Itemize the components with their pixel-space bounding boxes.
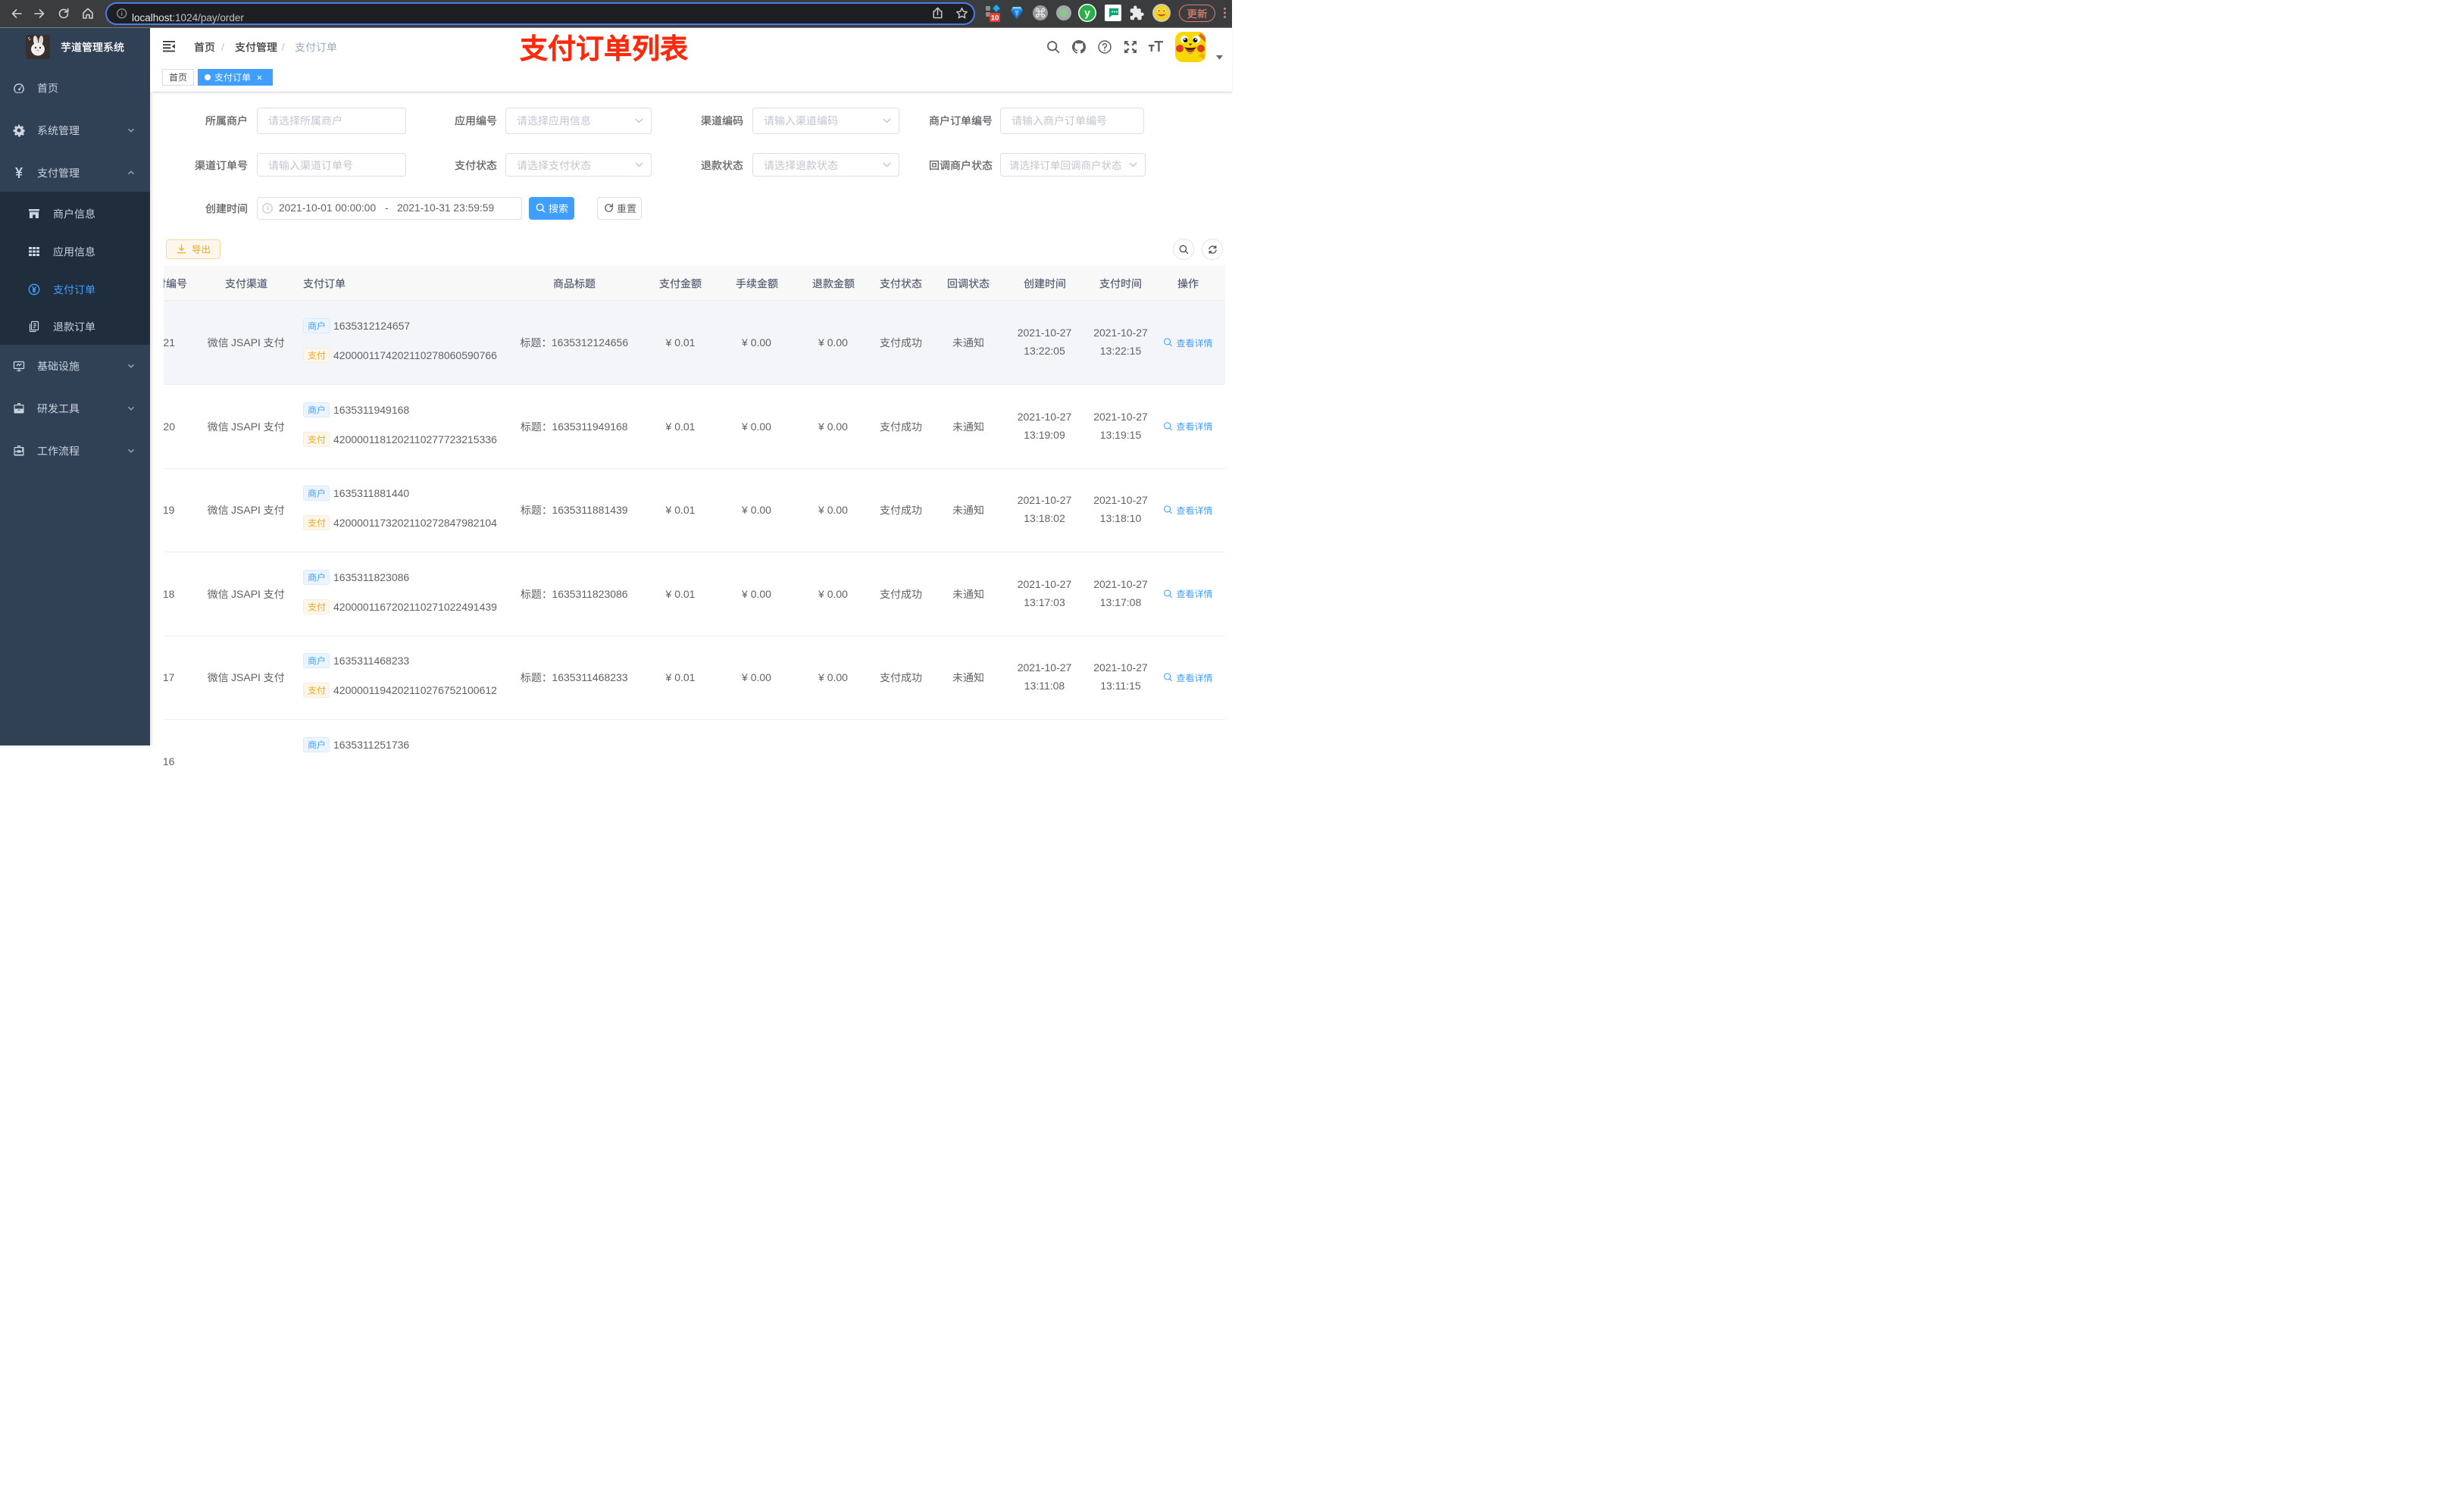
svg-text:10: 10	[991, 14, 999, 23]
svg-text:y: y	[1084, 7, 1090, 19]
